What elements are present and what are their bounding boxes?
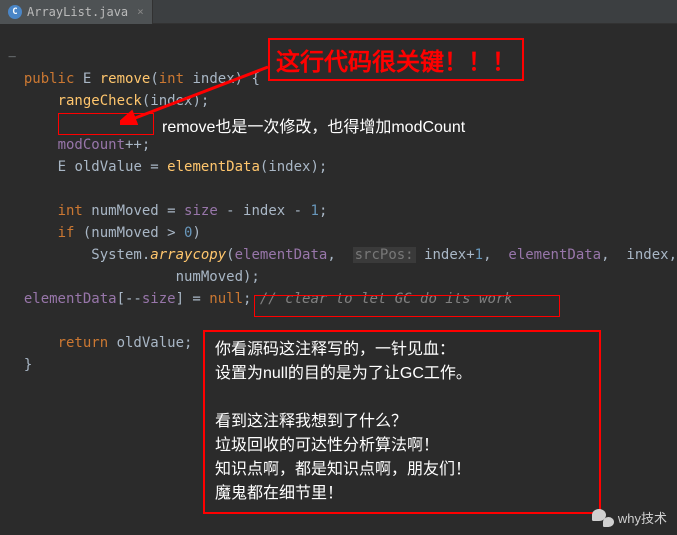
class-System: System [91, 247, 142, 263]
arg-numMoved: numMoved [176, 269, 243, 285]
tab-bar: C ArrayList.java × [0, 0, 677, 24]
watermark-text: why技术 [618, 508, 667, 527]
keyword-if: if [58, 225, 75, 241]
annotation-remove: remove也是一次修改，也得增加modCount [162, 113, 465, 137]
ret-oldValue: oldValue [117, 335, 184, 351]
watermark: why技术 [592, 508, 667, 527]
arg-elementData2: elementData [508, 247, 601, 263]
keyword-int2: int [58, 203, 83, 219]
type-E2: E [58, 159, 66, 175]
field-size: size [184, 203, 218, 219]
var-numMoved: numMoved [91, 203, 158, 219]
comment-gc: // clear to let GC do its work [260, 291, 513, 307]
file-tab[interactable]: C ArrayList.java × [0, 0, 153, 24]
gutter: − [0, 34, 24, 398]
keyword-null: null [209, 291, 243, 307]
arg-index2: index [268, 159, 310, 175]
arg-index4: index [626, 247, 668, 263]
literal-1b: 1 [475, 247, 483, 263]
fold-icon[interactable]: − [0, 46, 24, 68]
tab-filename: ArrayList.java [27, 5, 128, 19]
param-index: index [192, 71, 234, 87]
literal-0: 0 [184, 225, 192, 241]
close-icon[interactable]: × [137, 5, 144, 18]
keyword-int: int [159, 71, 184, 87]
arg-elementData1: elementData [235, 247, 328, 263]
keyword-public: public [24, 71, 75, 87]
call-rangeCheck: rangeCheck [58, 93, 142, 109]
arg-index3: index [424, 247, 466, 263]
method-remove: remove [100, 71, 151, 87]
var-index: index [243, 203, 285, 219]
op-plusplus: ++ [125, 137, 142, 153]
arg-index: index [150, 93, 192, 109]
wechat-icon [592, 509, 614, 527]
field-elementData: elementData [24, 291, 117, 307]
callout-commentary: 你看源码这注释写的，一针见血： 设置为null的目的是为了让GC工作。 看到这注… [203, 330, 601, 514]
keyword-return: return [58, 335, 109, 351]
var-oldValue: oldValue [74, 159, 141, 175]
java-class-icon: C [8, 5, 22, 19]
cond-numMoved: numMoved [91, 225, 158, 241]
call-arraycopy: arraycopy [150, 247, 226, 263]
call-elementData: elementData [167, 159, 260, 175]
callout-critical-line: 这行代码很关键！！！ [268, 38, 524, 81]
type-E: E [83, 71, 91, 87]
hint-srcPos: srcPos: [353, 247, 416, 263]
field-size2: size [142, 291, 176, 307]
field-modCount: modCount [58, 137, 125, 153]
literal-1: 1 [311, 203, 319, 219]
